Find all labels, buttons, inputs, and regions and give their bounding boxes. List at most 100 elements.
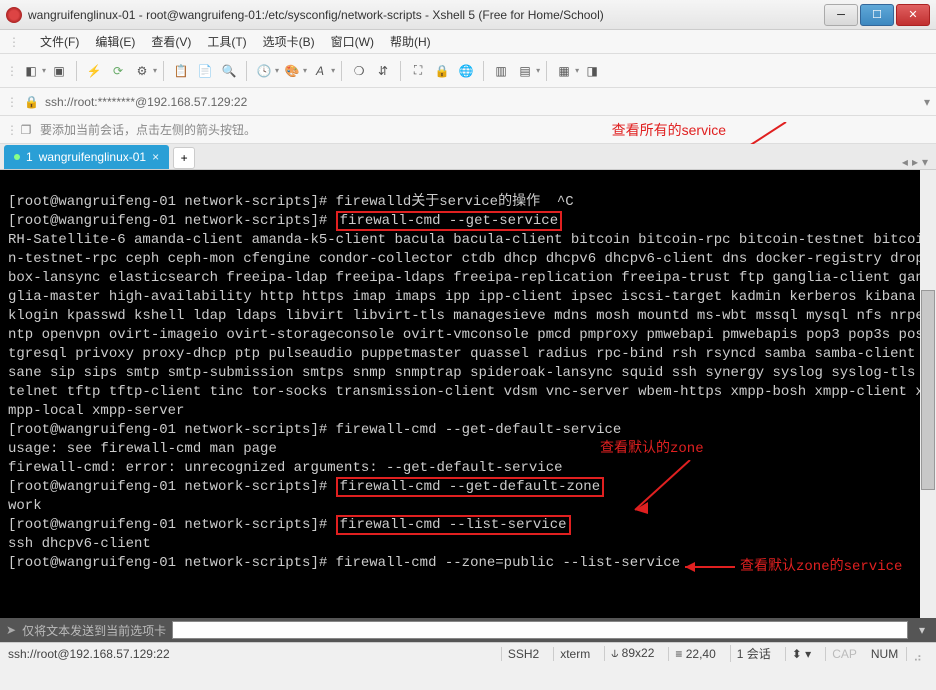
status-scroll[interactable]: ⬍ ▾ — [785, 647, 817, 661]
grip-icon: ⋮ — [6, 64, 18, 78]
menu-file[interactable]: 文件(F) — [40, 33, 79, 50]
add-tab-button[interactable]: + — [173, 147, 195, 169]
history-button[interactable]: 🕓 — [253, 60, 275, 82]
prompt: [root@wangruifeng-01 network-scripts]# — [8, 422, 336, 438]
cmd-highlighted: firewall-cmd --list-service — [336, 515, 571, 535]
prompt: [root@wangruifeng-01 network-scripts]# — [8, 213, 336, 229]
separator — [483, 61, 484, 81]
fullscreen-button[interactable]: ⛶ — [407, 60, 429, 82]
terminal[interactable]: [root@wangruifeng-01 network-scripts]# f… — [0, 170, 936, 618]
connected-indicator-icon — [14, 154, 20, 160]
session-tab[interactable]: 1 wangruifenglinux-01 × — [4, 145, 169, 169]
arrow-icon — [680, 561, 740, 573]
dropdown-icon[interactable]: ▾ — [331, 66, 335, 75]
tab-label: wangruifenglinux-01 — [39, 150, 146, 164]
separator — [546, 61, 547, 81]
status-protocol: SSH2 — [501, 647, 545, 661]
cmd-highlighted: firewall-cmd --get-service — [336, 211, 562, 231]
layout-button[interactable]: ▦ — [553, 60, 575, 82]
tile-v-button[interactable]: ▤ — [514, 60, 536, 82]
window-titlebar: wangruifenglinux-01 - root@wangruifeng-0… — [0, 0, 936, 30]
separator — [163, 61, 164, 81]
dropdown-icon[interactable]: ▾ — [275, 66, 279, 75]
prompt: [root@wangruifeng-01 network-scripts]# — [8, 517, 336, 533]
dropdown-icon[interactable]: ▾ — [153, 66, 157, 75]
grip-icon: ⋮ — [6, 95, 18, 109]
menu-window[interactable]: 窗口(W) — [331, 33, 374, 50]
send-input[interactable] — [172, 621, 908, 639]
terminal-output: usage: see firewall-cmd man page — [8, 441, 277, 457]
arrow-icon — [630, 460, 710, 520]
tile-h-button[interactable]: ▥ — [490, 60, 512, 82]
send-bar: ➤ 仅将文本发送到当前选项卡 ▾ — [0, 618, 936, 642]
separator — [341, 61, 342, 81]
tab-prev-icon[interactable]: ◂ — [902, 155, 908, 169]
dropdown-icon[interactable]: ▾ — [575, 66, 579, 75]
menubar: ⋮ 文件(F) 编辑(E) 查看(V) 工具(T) 选项卡(B) 窗口(W) 帮… — [0, 30, 936, 54]
tab-list-icon[interactable]: ▾ — [922, 155, 928, 169]
paste-button[interactable]: 📄 — [194, 60, 216, 82]
tab-close-icon[interactable]: × — [152, 150, 159, 164]
separator — [76, 61, 77, 81]
status-num: NUM — [871, 647, 898, 661]
status-bar: ssh://root@192.168.57.129:22 SSH2 xterm … — [0, 642, 936, 664]
scrollbar[interactable] — [920, 170, 936, 618]
color-button[interactable]: 🎨 — [281, 60, 303, 82]
menu-tools[interactable]: 工具(T) — [207, 33, 246, 50]
properties-button[interactable]: ⚙ — [131, 60, 153, 82]
grip-icon: ⋮ — [6, 123, 18, 137]
maximize-button[interactable]: ☐ — [860, 4, 894, 26]
address-bar: ⋮ 🔒 ssh://root:********@192.168.57.129:2… — [0, 88, 936, 116]
annotation-3: 查看默认zone的service — [740, 558, 902, 577]
grip-icon: ⋮ — [8, 35, 20, 49]
transfer-button[interactable]: ⇵ — [372, 60, 394, 82]
annotation-1: 查看所有的service — [612, 120, 726, 140]
status-sessions: 1 会话 — [730, 645, 777, 662]
cmd-line: firewalld关于service的操作 ^C — [336, 194, 574, 210]
status-term: xterm — [553, 647, 596, 661]
send-icon[interactable]: ➤ — [6, 623, 16, 637]
status-pos: ≡ 22,40 — [668, 647, 721, 661]
dropdown-icon[interactable]: ▾ — [536, 66, 540, 75]
lock-button[interactable]: 🔒 — [431, 60, 453, 82]
status-cap: CAP — [825, 647, 863, 661]
new-session-button[interactable]: ◧ — [20, 60, 42, 82]
font-button[interactable]: A — [309, 60, 331, 82]
find-button[interactable]: 🔍 — [218, 60, 240, 82]
close-button[interactable]: ✕ — [896, 4, 930, 26]
menu-view[interactable]: 查看(V) — [151, 33, 191, 50]
disconnect-button[interactable]: ⟳ — [107, 60, 129, 82]
tab-index: 1 — [26, 150, 33, 164]
terminal-output: work — [8, 498, 42, 514]
copy-button[interactable]: 📋 — [170, 60, 192, 82]
send-placeholder: 仅将文本发送到当前选项卡 — [22, 622, 166, 639]
open-button[interactable]: ▣ — [48, 60, 70, 82]
script-button[interactable]: ❍ — [348, 60, 370, 82]
dropdown-icon[interactable]: ▾ — [42, 66, 46, 75]
tunneling-button[interactable]: 🌐 — [455, 60, 477, 82]
status-connection: ssh://root@192.168.57.129:22 — [8, 647, 170, 661]
resize-grip-icon[interactable]: ⣠ — [906, 647, 928, 661]
tab-bar: 1 wangruifenglinux-01 × + ◂ ▸ ▾ — [0, 144, 936, 170]
annotation-2: 查看默认的zone — [600, 440, 704, 459]
prompt: [root@wangruifeng-01 network-scripts]# — [8, 555, 336, 571]
toolbar: ⋮ ◧▾ ▣ ⚡ ⟳ ⚙▾ 📋 📄 🔍 🕓▾ 🎨▾ A▾ ❍ ⇵ ⛶ 🔒 🌐 ▥… — [0, 54, 936, 88]
address-url[interactable]: ssh://root:********@192.168.57.129:22 — [45, 95, 924, 109]
status-size: ⫝ 89x22 — [604, 646, 660, 661]
dropdown-icon[interactable]: ▾ — [303, 66, 307, 75]
dropdown-icon[interactable]: ▾ — [924, 95, 930, 109]
menu-help[interactable]: 帮助(H) — [390, 33, 431, 50]
tab-next-icon[interactable]: ▸ — [912, 155, 918, 169]
menu-tab[interactable]: 选项卡(B) — [263, 33, 315, 50]
scrollbar-thumb[interactable] — [921, 290, 935, 490]
bookmark-add-icon[interactable]: ❐ — [18, 122, 34, 138]
separator — [246, 61, 247, 81]
dropdown-icon[interactable]: ▾ — [914, 623, 930, 637]
prompt: [root@wangruifeng-01 network-scripts]# — [8, 479, 336, 495]
menu-edit[interactable]: 编辑(E) — [95, 33, 135, 50]
app-icon — [6, 7, 22, 23]
window-title: wangruifenglinux-01 - root@wangruifeng-0… — [28, 8, 822, 22]
sidebar-button[interactable]: ◨ — [581, 60, 603, 82]
reconnect-button[interactable]: ⚡ — [83, 60, 105, 82]
minimize-button[interactable]: ─ — [824, 4, 858, 26]
